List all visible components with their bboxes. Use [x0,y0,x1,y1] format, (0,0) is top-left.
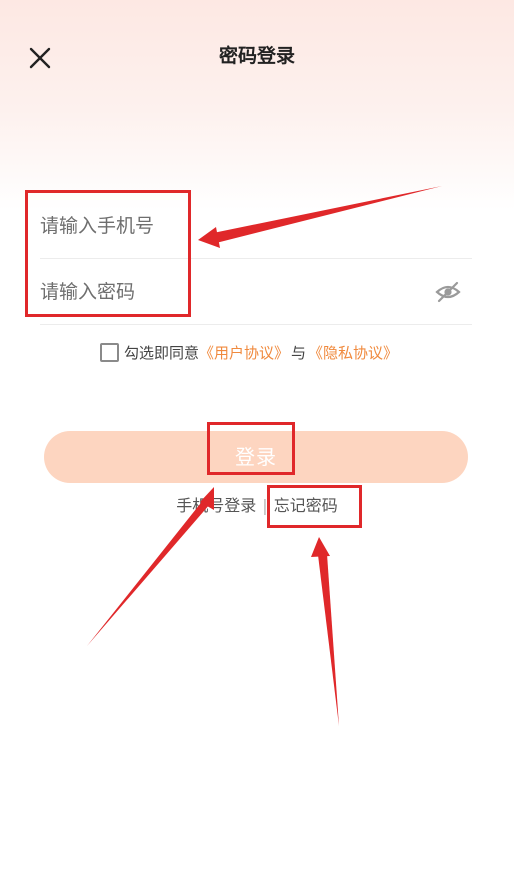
agreement-checkbox[interactable] [100,343,119,362]
annotation-arrow-head-forgot [311,537,330,557]
bottom-links: 手机号登录 | 忘记密码 [0,494,514,518]
phone-login-link[interactable]: 手机号登录 [176,496,256,515]
phone-field-row [40,194,472,259]
eye-off-icon [435,281,461,303]
page-title: 密码登录 [218,45,295,67]
privacy-policy-link[interactable]: 《隐私协议》 [308,344,398,362]
user-agreement-link[interactable]: 《用户协议》 [199,344,289,362]
login-button[interactable]: 登录 [44,431,468,483]
phone-input[interactable] [40,194,420,258]
password-visibility-toggle[interactable] [434,278,462,306]
annotation-arrow-to-login [87,499,210,646]
annotation-arrow-to-forgot [318,554,339,726]
link-separator: | [262,496,268,515]
agreement-row: 勾选即同意《用户协议》与《隐私协议》 [100,342,398,366]
password-input[interactable] [40,260,420,324]
forgot-password-link[interactable]: 忘记密码 [274,496,338,515]
agreement-conjunction: 与 [291,344,307,362]
password-field-row [40,260,472,325]
agreement-prefix: 勾选即同意 [124,344,200,362]
